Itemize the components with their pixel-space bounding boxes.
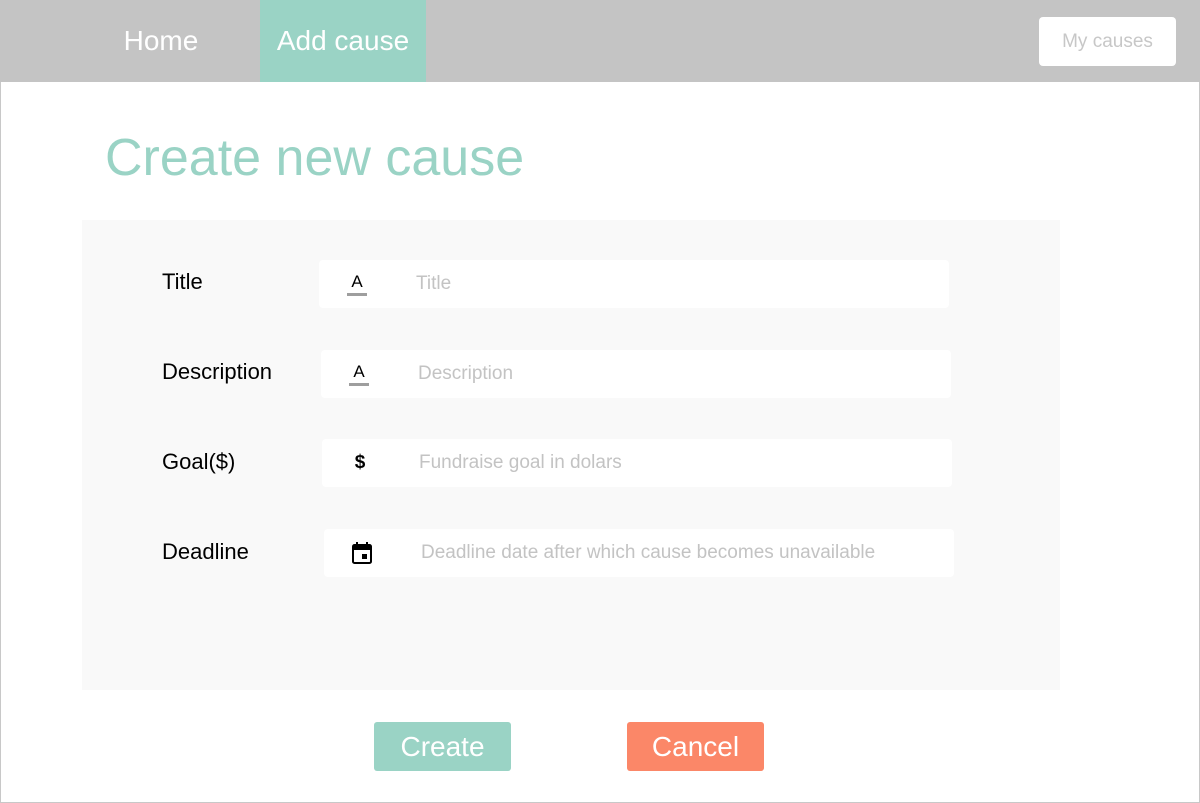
deadline-label: Deadline <box>162 539 249 564</box>
title-placeholder: Title <box>416 273 452 294</box>
text-format-glyph: A <box>351 272 363 291</box>
goal-placeholder: Fundraise goal in dolars <box>419 452 622 473</box>
create-button[interactable]: Create <box>374 722 511 771</box>
deadline-placeholder: Deadline date after which cause becomes … <box>421 542 876 563</box>
nav-add-cause[interactable]: Add cause <box>260 0 426 82</box>
dollar-glyph: $ <box>354 452 366 473</box>
description-placeholder: Description <box>418 363 514 384</box>
top-navigation-bar: Home Add cause My causes <box>0 0 1200 82</box>
title-input[interactable]: A Title <box>319 260 949 308</box>
title-label: Title <box>162 269 203 294</box>
description-label: Description <box>162 359 273 384</box>
text-format-icon: A <box>346 362 372 386</box>
cancel-button[interactable]: Cancel <box>627 722 764 771</box>
nav-home[interactable]: Home <box>95 0 227 82</box>
deadline-input[interactable]: Deadline date after which cause becomes … <box>324 529 954 577</box>
description-input[interactable]: A Description <box>321 350 951 398</box>
page-title: Create new cause <box>105 129 525 187</box>
goal-label: Goal($) <box>162 449 236 474</box>
calendar-icon <box>349 541 375 565</box>
form-panel: Title A Title Description A Description … <box>82 220 1060 690</box>
my-causes-button[interactable]: My causes <box>1039 17 1176 66</box>
goal-input[interactable]: $ Fundraise goal in dolars <box>322 439 952 487</box>
text-format-icon: A <box>344 272 370 296</box>
dollar-icon: $ <box>347 451 373 475</box>
text-format-glyph: A <box>353 362 365 381</box>
